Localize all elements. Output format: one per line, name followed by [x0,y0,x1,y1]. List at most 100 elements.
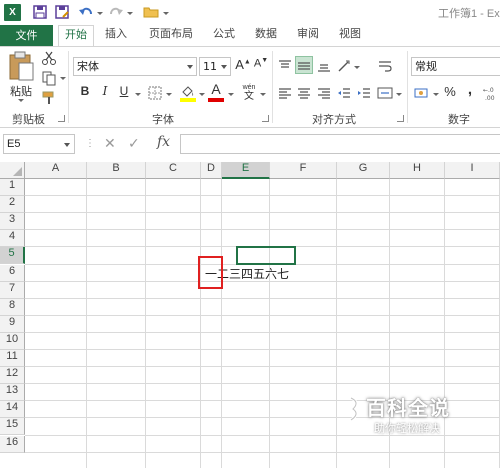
font-launcher-icon[interactable] [262,115,269,122]
row-header-16[interactable]: 16 [0,436,25,453]
tab-page-layout[interactable]: 页面布局 [143,25,199,46]
fill-color-icon[interactable] [179,83,197,102]
accounting-dropdown-icon[interactable] [433,93,439,96]
align-right-icon[interactable] [315,84,333,102]
borders-icon[interactable] [146,84,164,102]
underline-dropdown-icon[interactable] [135,93,141,96]
underline-button[interactable]: U [115,84,133,102]
column-header-i[interactable]: I [445,162,500,179]
paste-icon[interactable] [8,51,36,83]
orientation-icon[interactable] [335,57,353,75]
font-size-value: 11 [203,60,217,73]
redo-icon[interactable] [108,4,124,20]
align-top-icon[interactable] [276,57,294,75]
row-header-9[interactable]: 9 [0,316,25,333]
wrap-text-icon[interactable] [376,57,394,75]
grow-font-button[interactable]: A▲ [234,57,252,75]
redo-dropdown-icon[interactable] [127,12,133,15]
insert-function-button[interactable]: fx [157,134,170,150]
row-header-5[interactable]: 5 [0,247,25,264]
italic-button[interactable]: I [96,84,114,102]
customize-toolbar-icon[interactable] [163,12,169,15]
number-format-select[interactable]: 常规 [411,57,500,76]
undo-icon[interactable] [78,4,94,20]
undo-dropdown-icon[interactable] [97,12,103,15]
column-header-g[interactable]: G [337,162,390,179]
chevron-down-icon [187,65,193,69]
font-name-select[interactable]: 宋体 [73,57,197,76]
cancel-icon[interactable]: ✕ [104,136,116,152]
select-all-button[interactable] [0,162,25,179]
name-box[interactable]: E5 [3,134,75,154]
fill-color-swatch [180,98,196,102]
paste-dropdown-icon[interactable] [18,99,24,102]
row-header-12[interactable]: 12 [0,367,25,384]
column-header-e[interactable]: E [222,162,270,179]
active-cell[interactable] [236,246,296,265]
column-header-d[interactable]: D [201,162,222,179]
excel-logo-icon[interactable]: X [4,4,21,21]
merge-center-icon[interactable] [376,84,394,102]
paste-button[interactable]: 粘贴 [10,83,32,99]
row-header-13[interactable]: 13 [0,384,25,401]
row-header-6[interactable]: 6 [0,265,25,282]
copy-icon[interactable] [40,69,58,87]
orientation-dropdown-icon[interactable] [354,66,360,69]
tab-insert[interactable]: 插入 [100,25,132,46]
tab-file[interactable]: 文件 [0,25,53,46]
font-color-dropdown-icon[interactable] [228,93,234,96]
tab-data[interactable]: 数据 [250,25,282,46]
comma-style-button[interactable]: , [461,81,479,99]
phonetic-dropdown-icon[interactable] [260,93,266,96]
align-left-icon[interactable] [276,84,294,102]
row-header-15[interactable]: 15 [0,418,25,435]
column-header-c[interactable]: C [146,162,201,179]
gridline [25,298,500,299]
decrease-indent-icon[interactable] [335,84,353,102]
phonetic-guide-button[interactable]: wén 文 [240,83,258,102]
formula-input[interactable] [180,134,500,154]
copy-dropdown-icon[interactable] [60,77,66,80]
shrink-font-button[interactable]: A▼ [252,57,270,75]
column-header-a[interactable]: A [25,162,87,179]
row-header-8[interactable]: 8 [0,299,25,316]
row-header-11[interactable]: 11 [0,350,25,367]
save-icon[interactable] [32,4,48,20]
row-header-10[interactable]: 10 [0,333,25,350]
enter-icon[interactable]: ✓ [128,136,140,152]
borders-dropdown-icon[interactable] [166,93,172,96]
align-middle-icon[interactable] [295,56,313,74]
column-header-b[interactable]: B [87,162,146,179]
row-header-4[interactable]: 4 [0,230,25,247]
tab-formulas[interactable]: 公式 [208,25,240,46]
clipboard-launcher-icon[interactable] [58,115,65,122]
row-header-1[interactable]: 1 [0,179,25,196]
save-as-icon[interactable] [54,4,70,20]
bold-button[interactable]: B [76,84,94,102]
accounting-format-icon[interactable] [413,84,431,102]
merge-dropdown-icon[interactable] [396,93,402,96]
align-bottom-icon[interactable] [315,57,333,75]
increase-indent-icon[interactable] [355,84,373,102]
font-color-swatch [208,98,224,102]
format-painter-icon[interactable] [40,89,58,107]
alignment-launcher-icon[interactable] [397,115,404,122]
align-center-icon[interactable] [295,84,313,102]
row-header-7[interactable]: 7 [0,282,25,299]
tab-review[interactable]: 审阅 [292,25,324,46]
fill-color-dropdown-icon[interactable] [199,93,205,96]
column-header-f[interactable]: F [270,162,337,179]
cut-icon[interactable] [40,49,58,67]
column-header-h[interactable]: H [390,162,445,179]
folder-icon[interactable] [143,4,159,20]
formula-bar-resize-handle[interactable]: ⋮ [85,138,95,149]
row-header-14[interactable]: 14 [0,401,25,418]
font-color-button[interactable]: A [207,81,225,102]
tab-view[interactable]: 视图 [334,25,366,46]
tab-home[interactable]: 开始 [58,25,94,47]
increase-decimal-icon[interactable]: ←.0.00 [482,84,500,102]
font-size-select[interactable]: 11 [199,57,231,76]
row-header-3[interactable]: 3 [0,213,25,230]
row-header-2[interactable]: 2 [0,196,25,213]
percent-style-button[interactable]: % [441,84,459,102]
